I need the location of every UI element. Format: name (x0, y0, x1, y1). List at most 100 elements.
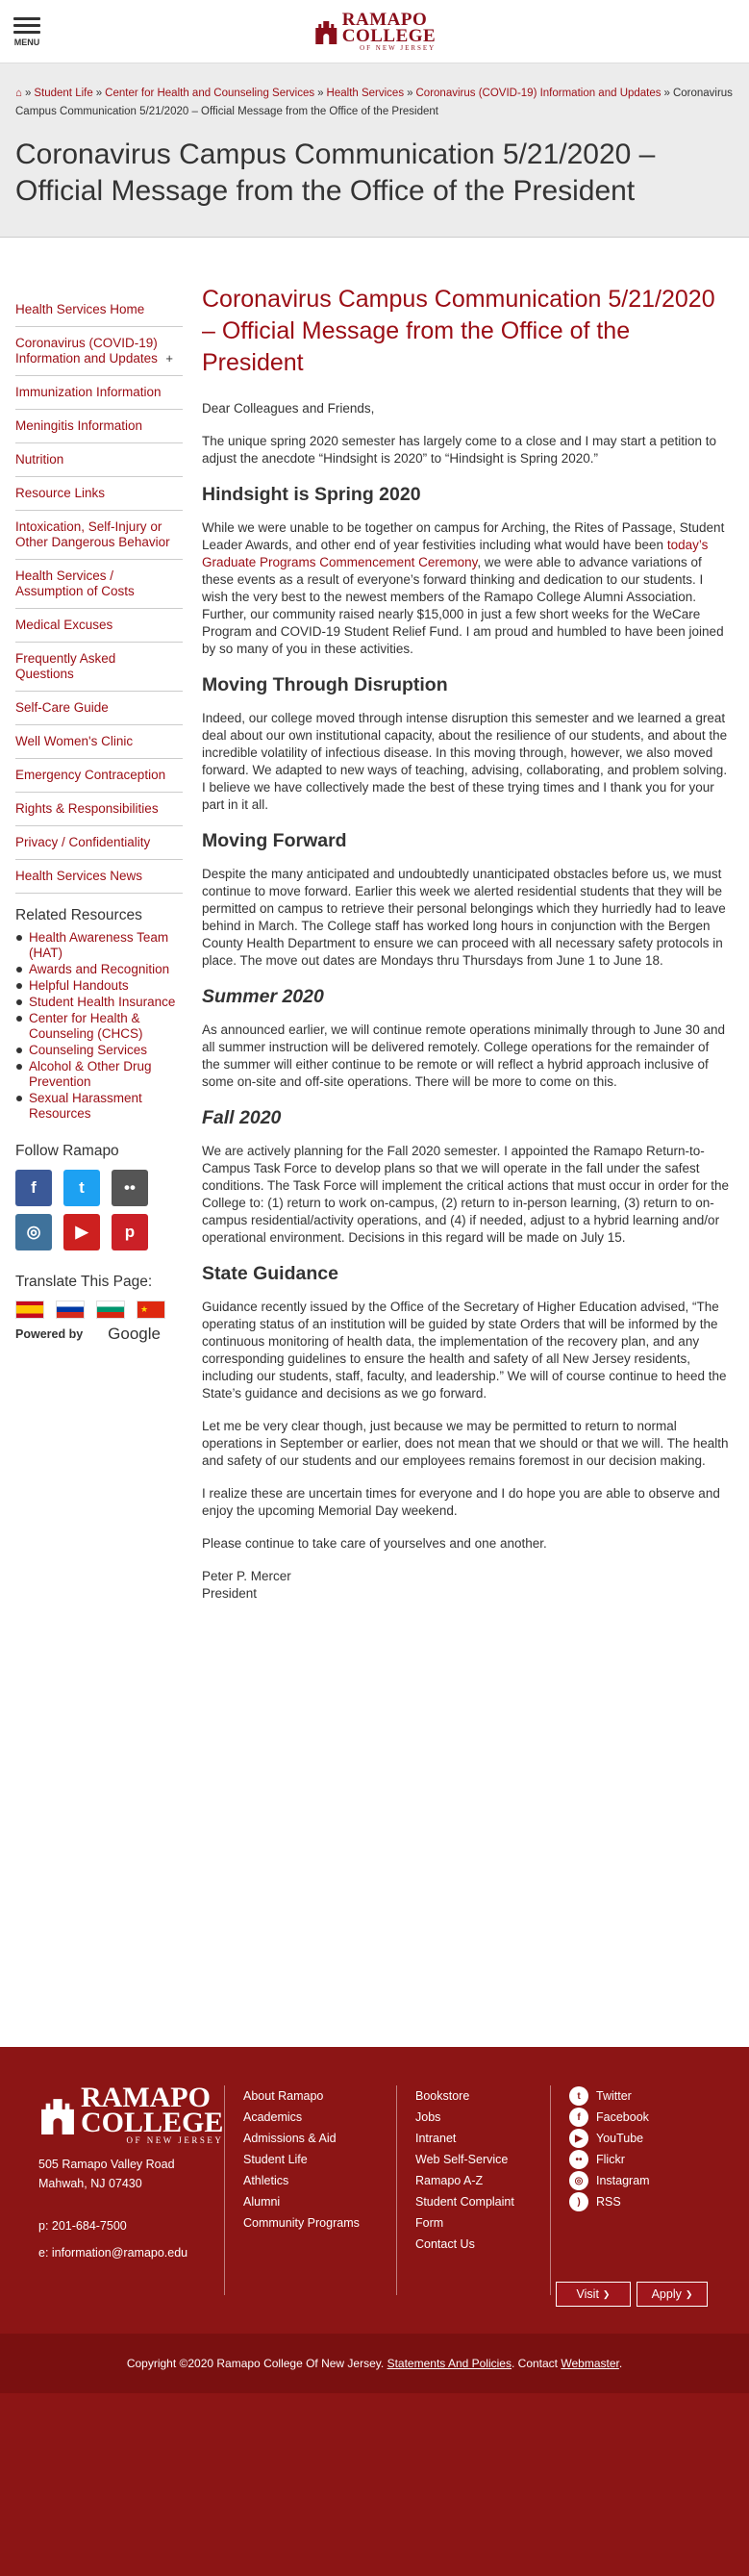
section-heading-forward: Moving Forward (202, 830, 347, 851)
article: Coronavirus Campus Communication 5/21/20… (183, 238, 729, 1603)
related-link[interactable]: Health Awareness Team (HAT) (16, 930, 183, 961)
footer-social-links: t Twitter f Facebook ▶ YouTube •• Flickr ◎ Instag… (569, 2085, 650, 2212)
footer-logo-college: COLLEGE (81, 2107, 224, 2138)
footer-logo[interactable]: RAMAPO COLLEGE OF NEW JERSEY (38, 2084, 224, 2145)
sidebar-item-assumption-of-costs[interactable]: Health Services / Assumption of Costs (15, 560, 183, 609)
disruption-paragraph: Indeed, our college moved through intens… (202, 711, 728, 812)
pinterest-icon[interactable]: p (112, 1214, 148, 1250)
state-paragraph: Guidance recently issued by the Office o… (202, 1300, 727, 1401)
logo-word-college: COLLEGE (341, 26, 437, 46)
section-heading-fall: Fall 2020 (202, 1107, 282, 1128)
sidebar-item-faq[interactable]: Frequently Asked Questions (15, 643, 183, 692)
sidebar-item-womens-clinic[interactable]: Well Women's Clinic (15, 725, 183, 759)
sidebar-social-icons: f t •• ◎ ▶ p (15, 1170, 183, 1250)
sidebar-item-meningitis[interactable]: Meningitis Information (15, 410, 183, 443)
translate-heading: Translate This Page: (15, 1274, 153, 1290)
related-link[interactable]: Helpful Handouts (16, 978, 183, 994)
section-heading-disruption: Moving Through Disruption (202, 674, 448, 695)
footer-contact: p: 201-684-7500 e: information@ramapo.ed… (38, 2212, 187, 2266)
home-icon[interactable]: ⌂ (15, 88, 22, 99)
language-flags: ★ (15, 1301, 183, 1319)
footer-email[interactable]: e: information@ramapo.edu (38, 2239, 187, 2266)
google-logo[interactable]: Google (108, 1325, 161, 1344)
ramapo-logo[interactable]: RAMAPO COLLEGE OF NEW JERSEY (313, 11, 437, 52)
breadcrumb-student-life[interactable]: Student Life (34, 88, 92, 99)
sidebar-item-rights[interactable]: Rights & Responsibilities (15, 793, 183, 826)
sidebar-item-emergency-contraception[interactable]: Emergency Contraception (15, 759, 183, 793)
sidebar-item-nutrition[interactable]: Nutrition (15, 443, 183, 477)
footer-link[interactable]: Intranet (415, 2128, 540, 2149)
related-link[interactable]: Sexual Harassment Resources (16, 1091, 183, 1122)
sidebar-item-privacy[interactable]: Privacy / Confidentiality (15, 826, 183, 860)
breadcrumb-health-services[interactable]: Health Services (327, 88, 405, 99)
castle-icon (41, 2096, 74, 2134)
apply-button[interactable]: Apply ❯ (637, 2282, 708, 2307)
flickr-icon: •• (569, 2150, 588, 2169)
footer-link[interactable]: Community Programs (243, 2212, 360, 2234)
flag-bulgarian-icon[interactable] (96, 1301, 125, 1319)
statements-link[interactable]: Statements And Policies (387, 2357, 512, 2370)
flag-chinese-icon[interactable]: ★ (137, 1301, 165, 1319)
follow-heading: Follow Ramapo (15, 1143, 119, 1159)
menu-button[interactable]: MENU (13, 17, 40, 47)
related-link[interactable]: Counseling Services (16, 1043, 183, 1058)
flag-spanish-icon[interactable] (15, 1301, 44, 1319)
related-link[interactable]: Center for Health & Counseling (CHCS) (16, 1011, 183, 1042)
related-link[interactable]: Awards and Recognition (16, 962, 183, 977)
footer-social-item[interactable]: t Twitter (569, 2085, 650, 2107)
breadcrumb-covid[interactable]: Coronavirus (COVID-19) Information and U… (416, 88, 662, 99)
footer-link[interactable]: About Ramapo (243, 2085, 360, 2107)
sidebar-item-self-care[interactable]: Self-Care Guide (15, 692, 183, 725)
intro-paragraph: The unique spring 2020 semester has larg… (202, 434, 717, 466)
clear-paragraph: Let me be very clear though, just becaus… (202, 1419, 729, 1468)
greeting: Dear Colleagues and Friends, (202, 401, 375, 416)
youtube-icon[interactable]: ▶ (63, 1214, 100, 1250)
related-link[interactable]: Student Health Insurance (16, 995, 183, 1010)
footer-link[interactable]: Athletics (243, 2170, 360, 2191)
footer-link[interactable]: Admissions & Aid (243, 2128, 360, 2149)
footer-link[interactable]: Jobs (415, 2107, 540, 2128)
webmaster-link[interactable]: Webmaster (561, 2357, 618, 2370)
footer-social-label: Instagram (596, 2174, 650, 2187)
expand-icon[interactable]: + (165, 351, 173, 366)
sidebar-item-coronavirus[interactable]: Coronavirus (COVID-19) Information and U… (15, 327, 183, 376)
footer-social-item[interactable]: ▶ YouTube (569, 2128, 650, 2149)
sidebar-item-health-services-home[interactable]: Health Services Home (15, 293, 183, 327)
chevron-right-icon: ❯ (602, 2288, 611, 2299)
footer-social-item[interactable]: ◎ Instagram (569, 2170, 650, 2191)
facebook-icon[interactable]: f (15, 1170, 52, 1206)
sidebar-item-medical-excuses[interactable]: Medical Excuses (15, 609, 183, 643)
visit-button[interactable]: Visit ❯ (556, 2282, 631, 2307)
breadcrumb-chcs[interactable]: Center for Health and Counseling Service… (105, 88, 314, 99)
twitter-icon[interactable]: t (63, 1170, 100, 1206)
flag-russian-icon[interactable] (56, 1301, 85, 1319)
footer-link[interactable]: Ramapo A-Z (415, 2170, 540, 2191)
footer-link[interactable]: Student Complaint Form (415, 2191, 540, 2234)
sidebar-item-immunization[interactable]: Immunization Information (15, 376, 183, 410)
sidebar-nav: Health Services Home Coronavirus (COVID-… (15, 293, 183, 894)
related-link[interactable]: Alcohol & Other Drug Prevention (16, 1059, 183, 1090)
instagram-icon[interactable]: ◎ (15, 1214, 52, 1250)
sidebar-item-news[interactable]: Health Services News (15, 860, 183, 894)
sidebar-item-intoxication[interactable]: Intoxication, Self-Injury or Other Dange… (15, 511, 183, 560)
sidebar-item-resource-links[interactable]: Resource Links (15, 477, 183, 511)
footer-phone[interactable]: p: 201-684-7500 (38, 2212, 187, 2239)
related-resources-heading: Related Resources (15, 907, 142, 923)
footer-link[interactable]: Alumni (243, 2191, 360, 2212)
footer-link[interactable]: Contact Us (415, 2234, 540, 2255)
footer-social-item[interactable]: f Facebook (569, 2107, 650, 2128)
sidebar: Health Services Home Coronavirus (COVID-… (0, 238, 183, 1603)
footer-link[interactable]: Bookstore (415, 2085, 540, 2107)
breadcrumb: ⌂» Student Life» Center for Health and Cou… (15, 88, 733, 117)
fall-paragraph: We are actively planning for the Fall 20… (202, 1144, 729, 1245)
footer-link[interactable]: Academics (243, 2107, 360, 2128)
footer-link[interactable]: Web Self-Service (415, 2149, 540, 2170)
forward-paragraph: Despite the many anticipated and undoubt… (202, 867, 726, 968)
footer-link[interactable]: Student Life (243, 2149, 360, 2170)
top-header: MENU RAMAPO COLLEGE OF NEW JERSEY (0, 0, 749, 63)
footer-social-item[interactable]: ) RSS (569, 2191, 650, 2212)
footer-social-label: Flickr (596, 2153, 625, 2166)
section-heading-state: State Guidance (202, 1263, 338, 1284)
flickr-icon[interactable]: •• (112, 1170, 148, 1206)
footer-social-item[interactable]: •• Flickr (569, 2149, 650, 2170)
